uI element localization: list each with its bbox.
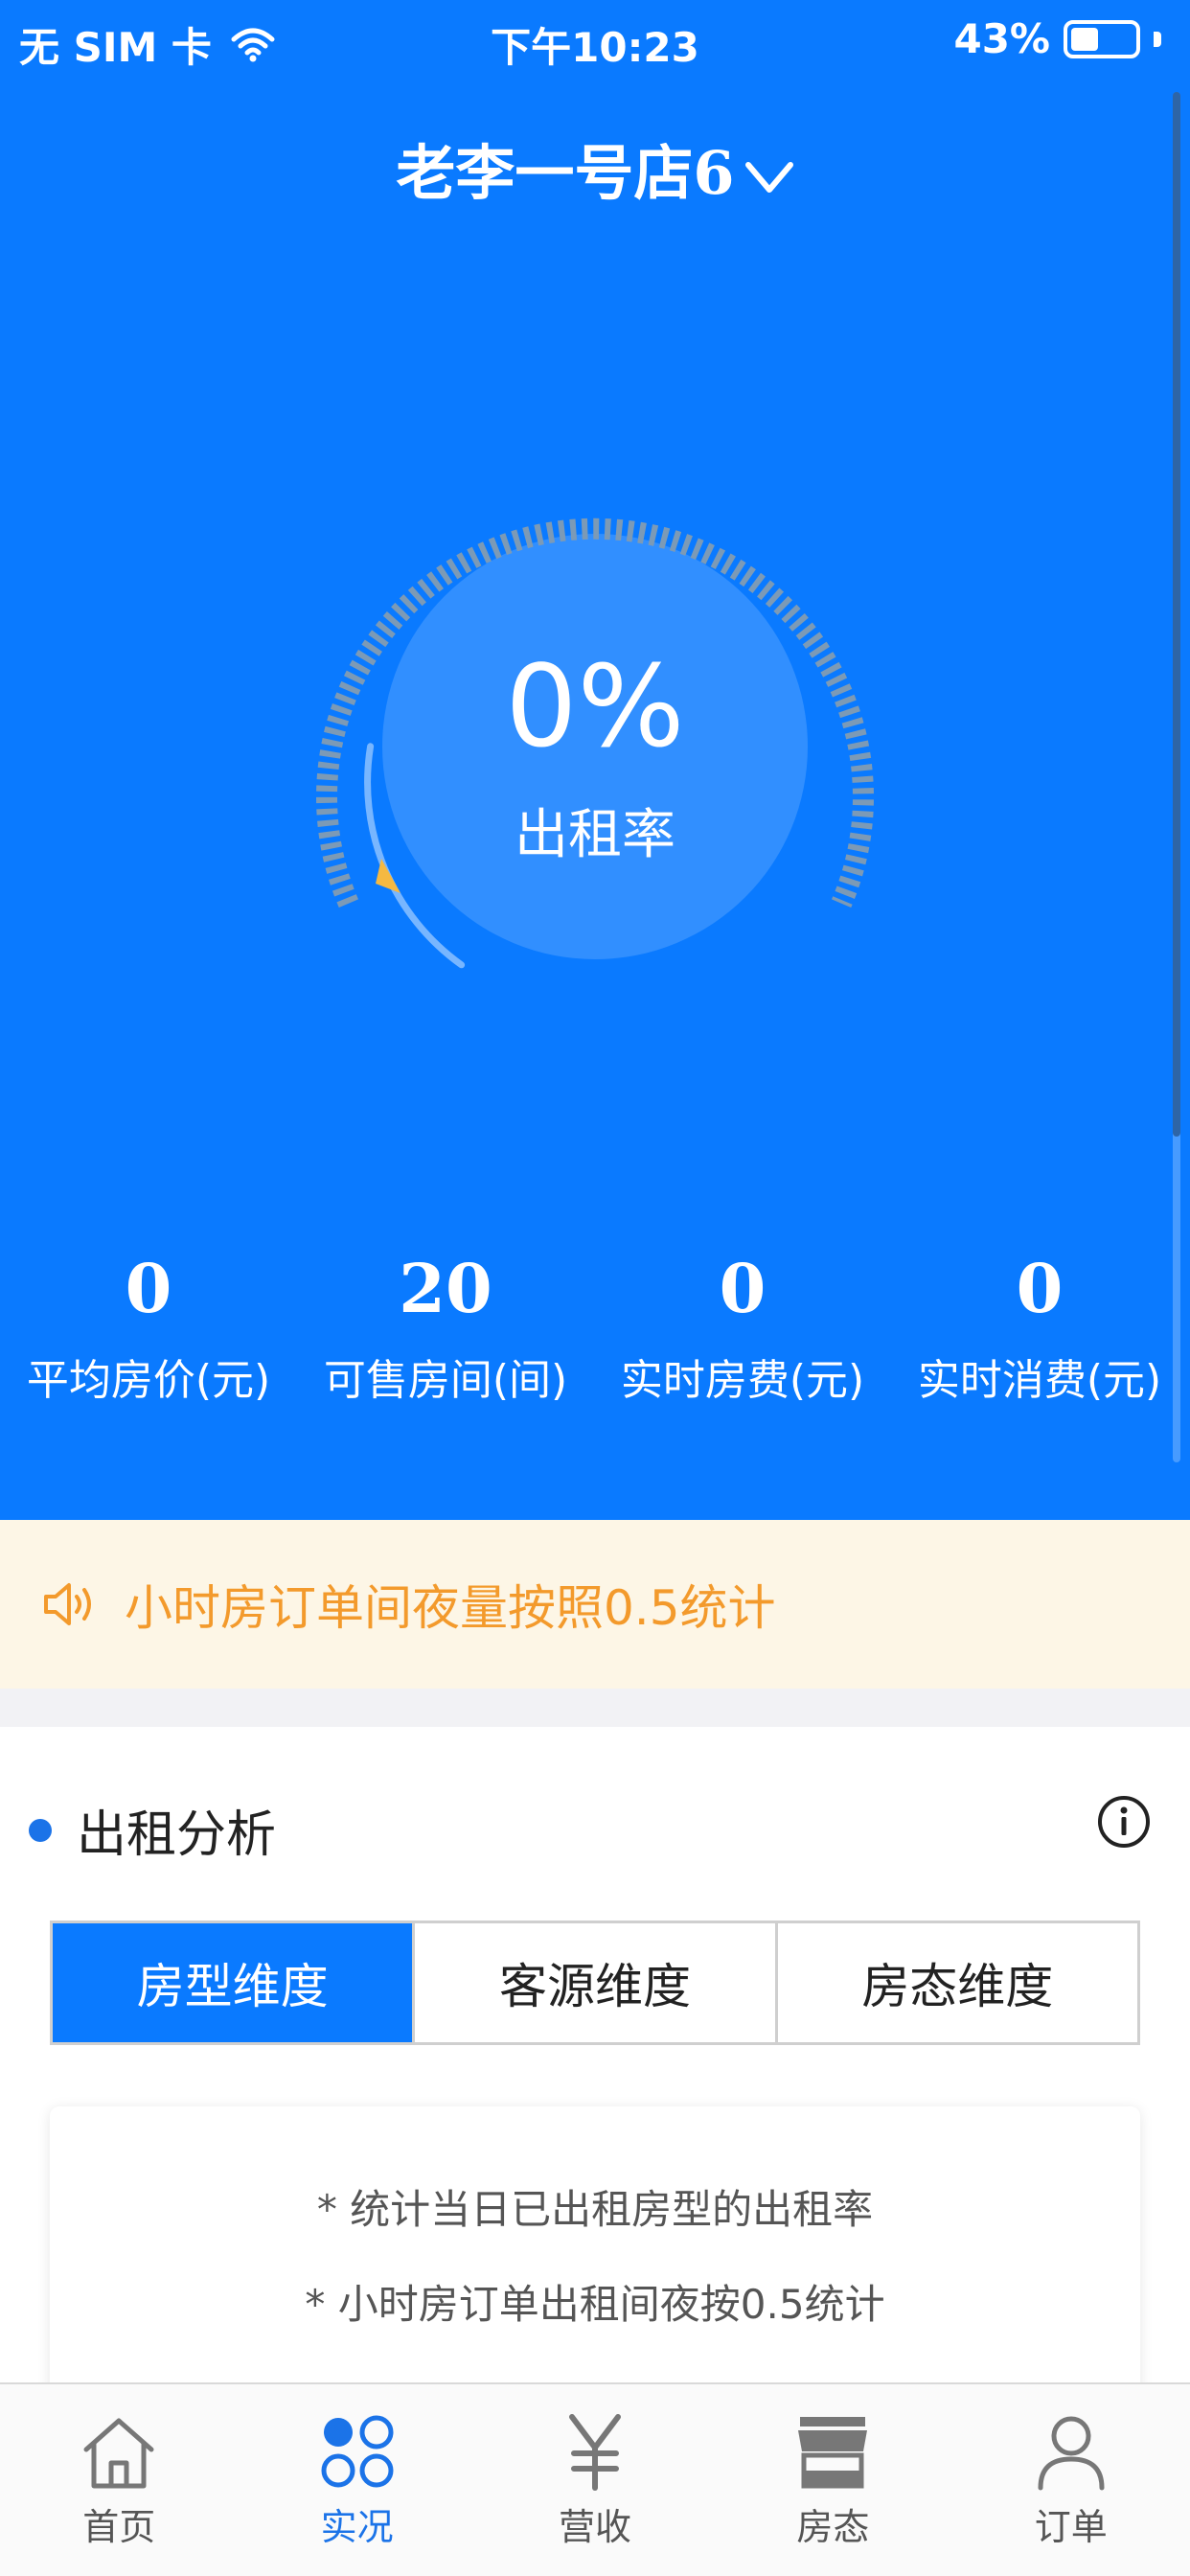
tabbar-label: 营收 bbox=[558, 2506, 631, 2548]
battery-tip bbox=[1154, 31, 1161, 47]
status-right: 43% bbox=[953, 15, 1161, 62]
section-title: 出租分析 bbox=[77, 1806, 277, 1864]
tabbar-label: 订单 bbox=[1034, 2506, 1108, 2548]
overview-panel: 无 SIM 卡 下午10:23 43% 老李一号店6 0% 出租率 0 平均房价… bbox=[0, 0, 1190, 1520]
tabbar-label: 实况 bbox=[320, 2506, 394, 2548]
stat-value: 0 bbox=[1016, 1249, 1064, 1328]
battery-percent: 43% bbox=[953, 15, 1050, 62]
tabbar-item-room-status[interactable]: 房态 bbox=[714, 2384, 951, 2576]
tabbar-item-home[interactable]: 首页 bbox=[0, 2384, 238, 2576]
tabbar-item-revenue[interactable]: 营收 bbox=[476, 2384, 714, 2576]
stat-room-fee[interactable]: 0 实时房费(元) bbox=[594, 1246, 891, 1407]
tab-room-type[interactable]: 房型维度 bbox=[53, 1923, 416, 2042]
stat-available-rooms[interactable]: 20 可售房间(间) bbox=[297, 1246, 594, 1407]
battery-level bbox=[1071, 27, 1098, 51]
battery-icon bbox=[1064, 19, 1140, 58]
scrollbar-thumb[interactable] bbox=[1173, 92, 1180, 1137]
tab-guest-source[interactable]: 客源维度 bbox=[415, 1923, 778, 2042]
stat-label: 平均房价(元) bbox=[26, 1356, 271, 1405]
analysis-note: * 小时房订单出租间夜按0.5统计 bbox=[305, 2281, 885, 2328]
store-selector[interactable]: 老李一号店6 bbox=[0, 125, 1190, 211]
yuan-icon bbox=[568, 2414, 621, 2491]
occupancy-rate-label: 出租率 bbox=[515, 804, 675, 866]
dimension-tabs: 房型维度 客源维度 房态维度 bbox=[50, 1920, 1140, 2045]
tabbar-label: 首页 bbox=[82, 2506, 156, 2548]
store-name: 老李一号店6 bbox=[396, 138, 735, 208]
home-icon bbox=[83, 2418, 154, 2489]
section-dot bbox=[29, 1818, 52, 1842]
tabbar-item-orders[interactable]: 订单 bbox=[952, 2384, 1190, 2576]
speaker-icon bbox=[44, 1583, 91, 1625]
tabbar-label: 房态 bbox=[796, 2506, 870, 2548]
notice-banner: 小时房订单间夜量按照0.5统计 bbox=[0, 1520, 1190, 1689]
tab-room-status[interactable]: 房态维度 bbox=[778, 1923, 1137, 2042]
store-icon bbox=[798, 2417, 868, 2489]
live-status-icon bbox=[321, 2415, 394, 2488]
stat-value: 20 bbox=[399, 1249, 492, 1328]
tabbar-item-live[interactable]: 实况 bbox=[238, 2384, 475, 2576]
chevron-down-icon bbox=[744, 162, 793, 193]
user-icon bbox=[1038, 2416, 1105, 2491]
rental-analysis-section: 出租分析 房型维度 客源维度 房态维度 * 统计当日已出租房型的出租率 * 小时… bbox=[0, 1727, 1190, 2413]
stats-row: 0 平均房价(元) 20 可售房间(间) 0 实时房费(元) 0 实时消费(元) bbox=[0, 1246, 1190, 1407]
analysis-note: * 统计当日已出租房型的出租率 bbox=[316, 2186, 874, 2233]
stat-avg-room-price[interactable]: 0 平均房价(元) bbox=[0, 1246, 297, 1407]
section-header: 出租分析 bbox=[29, 1794, 276, 1866]
status-bar: 无 SIM 卡 下午10:23 43% bbox=[0, 0, 1190, 80]
stat-value: 0 bbox=[125, 1249, 172, 1328]
stat-value: 0 bbox=[719, 1249, 767, 1328]
notice-text: 小时房订单间夜量按照0.5统计 bbox=[125, 1580, 776, 1636]
stat-consumption[interactable]: 0 实时消费(元) bbox=[891, 1246, 1188, 1407]
occupancy-rate-value: 0% bbox=[505, 640, 685, 772]
analysis-note-card: * 统计当日已出租房型的出租率 * 小时房订单出租间夜按0.5统计 bbox=[50, 2106, 1140, 2413]
bottom-tab-bar: 首页 实况 营收 房态 订单 bbox=[0, 2382, 1190, 2576]
info-icon[interactable] bbox=[1096, 1794, 1152, 1850]
stat-label: 实时房费(元) bbox=[620, 1356, 865, 1405]
stat-label: 可售房间(间) bbox=[323, 1356, 568, 1405]
stat-label: 实时消费(元) bbox=[917, 1356, 1162, 1405]
